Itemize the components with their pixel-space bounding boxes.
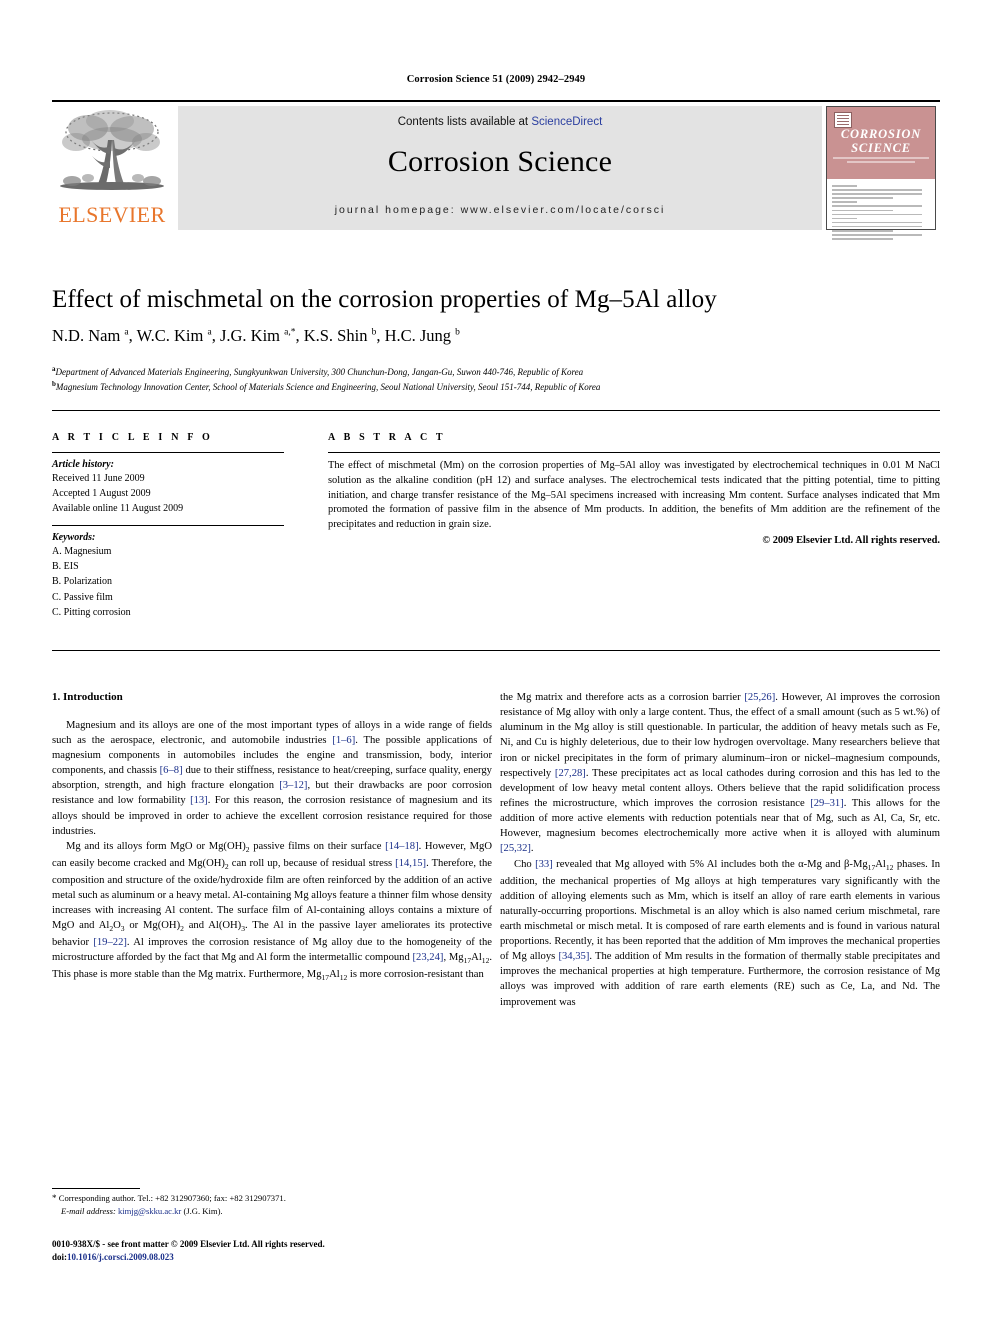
article-title: Effect of mischmetal on the corrosion pr… <box>52 286 717 313</box>
citation-link[interactable]: [19–22] <box>93 937 127 948</box>
paragraph: the Mg matrix and therefore acts as a co… <box>500 692 941 855</box>
citation-link[interactable]: [25,26] <box>744 692 775 703</box>
email-note: E-mail address: kimjg@skku.ac.kr (J.G. K… <box>61 1205 492 1217</box>
affiliation-a-text: Department of Advanced Materials Enginee… <box>55 367 584 377</box>
history-available-online: Available online 11 August 2009 <box>52 503 184 514</box>
paragraph: Cho [33] revealed that Mg alloyed with 5… <box>500 858 941 1008</box>
issn-copyright-line: 0010-938X/$ - see front matter © 2009 El… <box>52 1239 325 1249</box>
citation-link[interactable]: [3–12] <box>279 780 307 791</box>
affiliations: aDepartment of Advanced Materials Engine… <box>52 364 932 394</box>
citation-link[interactable]: [29–31] <box>810 798 844 809</box>
running-head: Corrosion Science 51 (2009) 2942–2949 <box>406 74 586 85</box>
citation-link[interactable]: [33] <box>535 859 553 870</box>
doi-link[interactable]: 10.1016/j.corsci.2009.08.023 <box>67 1252 174 1262</box>
corresponding-author-note: * Corresponding author. Tel.: +82 312907… <box>52 1192 492 1205</box>
body-top-rule <box>52 650 940 652</box>
doi-label: doi: <box>52 1252 68 1263</box>
masthead-top-rule <box>52 100 940 102</box>
contents-available-line: Contents lists available at ScienceDirec… <box>178 116 822 128</box>
abstract-text: The effect of mischmetal (Mm) on the cor… <box>328 460 940 531</box>
footnote-block: * Corresponding author. Tel.: +82 312907… <box>52 1192 492 1218</box>
info-rule-2 <box>52 525 284 526</box>
citation-link[interactable]: [27,28] <box>555 768 586 779</box>
elsevier-logo: ELSEVIER <box>52 106 172 234</box>
cover-subtitle-lines <box>833 157 929 163</box>
abstract-rule <box>328 452 940 453</box>
keywords-label: Keywords: <box>52 532 96 543</box>
email-link[interactable]: kimjg@skku.ac.kr <box>118 1206 181 1216</box>
email-suffix: (J.G. Kim). <box>183 1206 223 1217</box>
citation-link[interactable]: [23,24] <box>413 952 444 963</box>
cover-title-line2: SCIENCE <box>851 141 911 155</box>
keyword-item: B. Polarization <box>52 576 112 588</box>
footnote-rule <box>52 1188 140 1189</box>
info-rule-1 <box>52 452 284 453</box>
author-list: N.D. Nam a, W.C. Kim a, J.G. Kim a,*, K.… <box>52 326 460 345</box>
info-top-rule <box>52 410 940 412</box>
affiliation-a: aDepartment of Advanced Materials Engine… <box>52 365 584 377</box>
email-label: E-mail address: <box>61 1206 116 1217</box>
citation-link[interactable]: [25,32] <box>500 843 531 854</box>
history-received: Received 11 June 2009 <box>52 473 145 484</box>
keyword-item: C. Pitting corrosion <box>52 606 131 618</box>
elsevier-wordmark: ELSEVIER <box>58 202 166 227</box>
citation-link[interactable]: [1–6] <box>332 735 355 746</box>
affiliation-b-text: Magnesium Technology Innovation Center, … <box>55 382 601 393</box>
history-accepted: Accepted 1 August 2009 <box>52 488 151 499</box>
journal-title: Corrosion Science <box>387 145 613 178</box>
keyword-item: A. Magnesium <box>52 546 112 557</box>
citation-link[interactable]: [6–8] <box>160 765 183 776</box>
citation-link[interactable]: [13] <box>190 795 208 806</box>
citation-link[interactable]: [14,15] <box>395 858 426 869</box>
cover-top-panel: CORROSION SCIENCE <box>827 107 935 179</box>
citation-link[interactable]: [14–18] <box>385 841 419 852</box>
body-column-right: the Mg matrix and therefore acts as a co… <box>500 690 940 1010</box>
asterisk-icon: * <box>52 1193 59 1203</box>
keyword-item: B. EIS <box>52 561 79 573</box>
contents-prefix: Contents lists available at <box>397 116 532 128</box>
journal-cover-thumbnail[interactable]: CORROSION SCIENCE <box>826 106 936 240</box>
affiliation-b: bMagnesium Technology Innovation Center,… <box>52 380 601 393</box>
paragraph: Mg and its alloys form MgO or Mg(OH)2 pa… <box>52 840 493 983</box>
abstract-block: A B S T R A C T The effect of mischmetal… <box>328 432 940 546</box>
article-info-block: A R T I C L E I N F O Article history: R… <box>52 432 284 620</box>
article-page: Corrosion Science 51 (2009) 2942–2949 EL… <box>0 0 992 1323</box>
article-history-label: Article history: <box>52 459 114 470</box>
elsevier-tree-icon <box>60 110 164 190</box>
section-heading-introduction: 1. Introduction <box>52 691 123 703</box>
page-footer: 0010-938X/$ - see front matter © 2009 El… <box>52 1238 552 1264</box>
abstract-copyright: © 2009 Elsevier Ltd. All rights reserved… <box>762 534 940 546</box>
journal-masthead: ELSEVIER Contents lists available at Sci… <box>52 100 940 240</box>
cover-contents-lines <box>832 185 930 242</box>
cover-title-line1: CORROSION <box>840 127 922 141</box>
cover-emblem-icon <box>834 112 852 128</box>
body-column-left: 1. Introduction Magnesium and its alloys… <box>52 690 492 984</box>
keyword-item: C. Passive film <box>52 591 113 603</box>
article-info-heading: A R T I C L E I N F O <box>52 432 213 443</box>
citation-link[interactable]: [34,35] <box>558 951 589 962</box>
paragraph: Magnesium and its alloys are one of the … <box>52 719 492 837</box>
corresponding-author-text: Corresponding author. Tel.: +82 31290736… <box>58 1193 286 1203</box>
doi-line: doi:10.1016/j.corsci.2009.08.023 <box>52 1251 552 1264</box>
journal-homepage[interactable]: journal homepage: www.elsevier.com/locat… <box>178 204 822 216</box>
abstract-heading: A B S T R A C T <box>328 432 446 443</box>
sciencedirect-link[interactable]: ScienceDirect <box>531 116 602 128</box>
